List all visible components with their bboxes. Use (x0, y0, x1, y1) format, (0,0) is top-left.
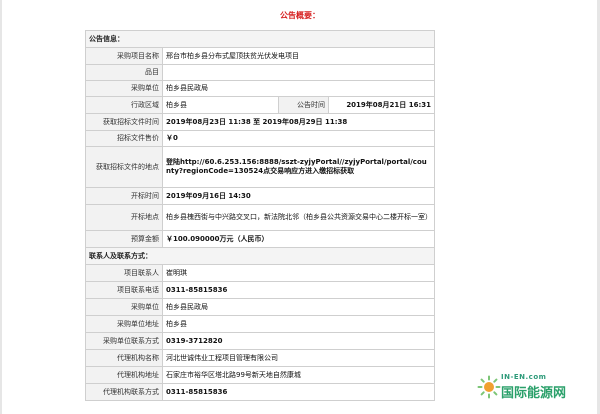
value-doc-price: ￥0 (162, 130, 435, 147)
row-admin-region: 行政区域 柏乡县 公告时间 2019年08月21日 16:31 (85, 96, 435, 114)
row-project-name: 采购项目名称 邢台市柏乡县分布式屋顶扶贫光伏发电项目 (85, 47, 435, 65)
section-row-notice-info: 公告信息： (85, 30, 435, 48)
label-purchasing-unit: 采购单位 (85, 80, 163, 97)
row-doc-time: 获取招标文件时间 2019年08月23日 11:38 至 2019年08月29日… (85, 113, 435, 131)
value-purchasing-address: 柏乡县 (162, 315, 435, 333)
label-project-name: 采购项目名称 (85, 47, 163, 65)
value-agency-contact: 0311-85815836 (162, 383, 435, 401)
section-row-contact-info: 联系人及联系方式： (85, 247, 435, 265)
watermark-site: IN-EN.com (501, 373, 547, 381)
value-project-contact: 崔明琪 (162, 264, 435, 282)
value-contact-purchasing-unit: 柏乡县民政局 (162, 298, 435, 316)
label-doc-price: 招标文件售价 (85, 130, 163, 147)
notice-summary-table: 公告信息： 采购项目名称 邢台市柏乡县分布式屋顶扶贫光伏发电项目 品目 采购单位… (85, 30, 435, 401)
value-publish-time: 2019年08月21日 16:31 (328, 96, 435, 114)
watermark-logo: IN-EN.com 国际能源网 (477, 367, 593, 409)
row-doc-price: 招标文件售价 ￥0 (85, 130, 435, 147)
value-admin-region: 柏乡县 (162, 96, 279, 114)
section-label-notice-info: 公告信息： (85, 30, 435, 48)
value-purchasing-contact: 0319-3712820 (162, 332, 435, 350)
label-admin-region: 行政区域 (85, 96, 163, 114)
row-open-time: 开标时间 2019年09月16日 14:30 (85, 187, 435, 205)
row-item-category: 品目 (85, 64, 435, 81)
value-project-phone: 0311-85815836 (162, 281, 435, 299)
label-open-time: 开标时间 (85, 187, 163, 205)
watermark-name: 国际能源网 (501, 386, 567, 401)
row-project-contact: 项目联系人 崔明琪 (85, 264, 435, 282)
page-title: 公告概要： (280, 11, 320, 20)
label-budget: 预算金额 (85, 230, 163, 248)
value-budget: ￥100.090000万元（人民币） (162, 230, 435, 248)
value-project-name: 邢台市柏乡县分布式屋顶扶贫光伏发电项目 (162, 47, 435, 65)
value-doc-location[interactable]: 登陆http://60.6.253.156:8888/sszt-zyjyPort… (162, 146, 435, 188)
value-open-time: 2019年09月16日 14:30 (162, 187, 435, 205)
value-purchasing-unit: 柏乡县民政局 (162, 80, 435, 97)
row-agency-contact: 代理机构联系方式 0311-85815836 (85, 383, 435, 401)
row-open-location: 开标地点 柏乡县槐西街与中兴路交叉口，新法院北邻（柏乡县公共资源交易中心二楼开标… (85, 204, 435, 231)
row-contact-purchasing-unit: 采购单位 柏乡县民政局 (85, 298, 435, 316)
label-agency-address: 代理机构地址 (85, 366, 163, 384)
label-agency-name: 代理机构名称 (85, 349, 163, 367)
row-project-phone: 项目联系电话 0311-85815836 (85, 281, 435, 299)
label-purchasing-address: 采购单位地址 (85, 315, 163, 333)
value-agency-name: 河北世诚伟业工程项目管理有限公司 (162, 349, 435, 367)
row-budget: 预算金额 ￥100.090000万元（人民币） (85, 230, 435, 248)
value-item-category (162, 64, 435, 81)
row-purchasing-address: 采购单位地址 柏乡县 (85, 315, 435, 333)
section-label-contact-info: 联系人及联系方式： (85, 247, 435, 265)
label-publish-time: 公告时间 (278, 96, 329, 114)
value-agency-address: 石家庄市裕华区塔北路99号新天地自然康城 (162, 366, 435, 384)
label-purchasing-contact: 采购单位联系方式 (85, 332, 163, 350)
value-open-location: 柏乡县槐西街与中兴路交叉口，新法院北邻（柏乡县公共资源交易中心二楼开标一室） (162, 204, 435, 231)
label-item-category: 品目 (85, 64, 163, 81)
label-doc-time: 获取招标文件时间 (85, 113, 163, 131)
left-window-edge (0, 0, 2, 414)
label-doc-location: 获取招标文件的地点 (85, 146, 163, 188)
sun-icon (477, 375, 501, 399)
value-doc-time: 2019年08月23日 11:38 至 2019年08月29日 11:38 (162, 113, 435, 131)
label-project-phone: 项目联系电话 (85, 281, 163, 299)
label-project-contact: 项目联系人 (85, 264, 163, 282)
row-purchasing-unit: 采购单位 柏乡县民政局 (85, 80, 435, 97)
row-doc-location: 获取招标文件的地点 登陆http://60.6.253.156:8888/ssz… (85, 146, 435, 188)
label-agency-contact: 代理机构联系方式 (85, 383, 163, 401)
row-agency-name: 代理机构名称 河北世诚伟业工程项目管理有限公司 (85, 349, 435, 367)
label-open-location: 开标地点 (85, 204, 163, 231)
row-agency-address: 代理机构地址 石家庄市裕华区塔北路99号新天地自然康城 (85, 366, 435, 384)
label-contact-purchasing-unit: 采购单位 (85, 298, 163, 316)
row-purchasing-contact: 采购单位联系方式 0319-3712820 (85, 332, 435, 350)
